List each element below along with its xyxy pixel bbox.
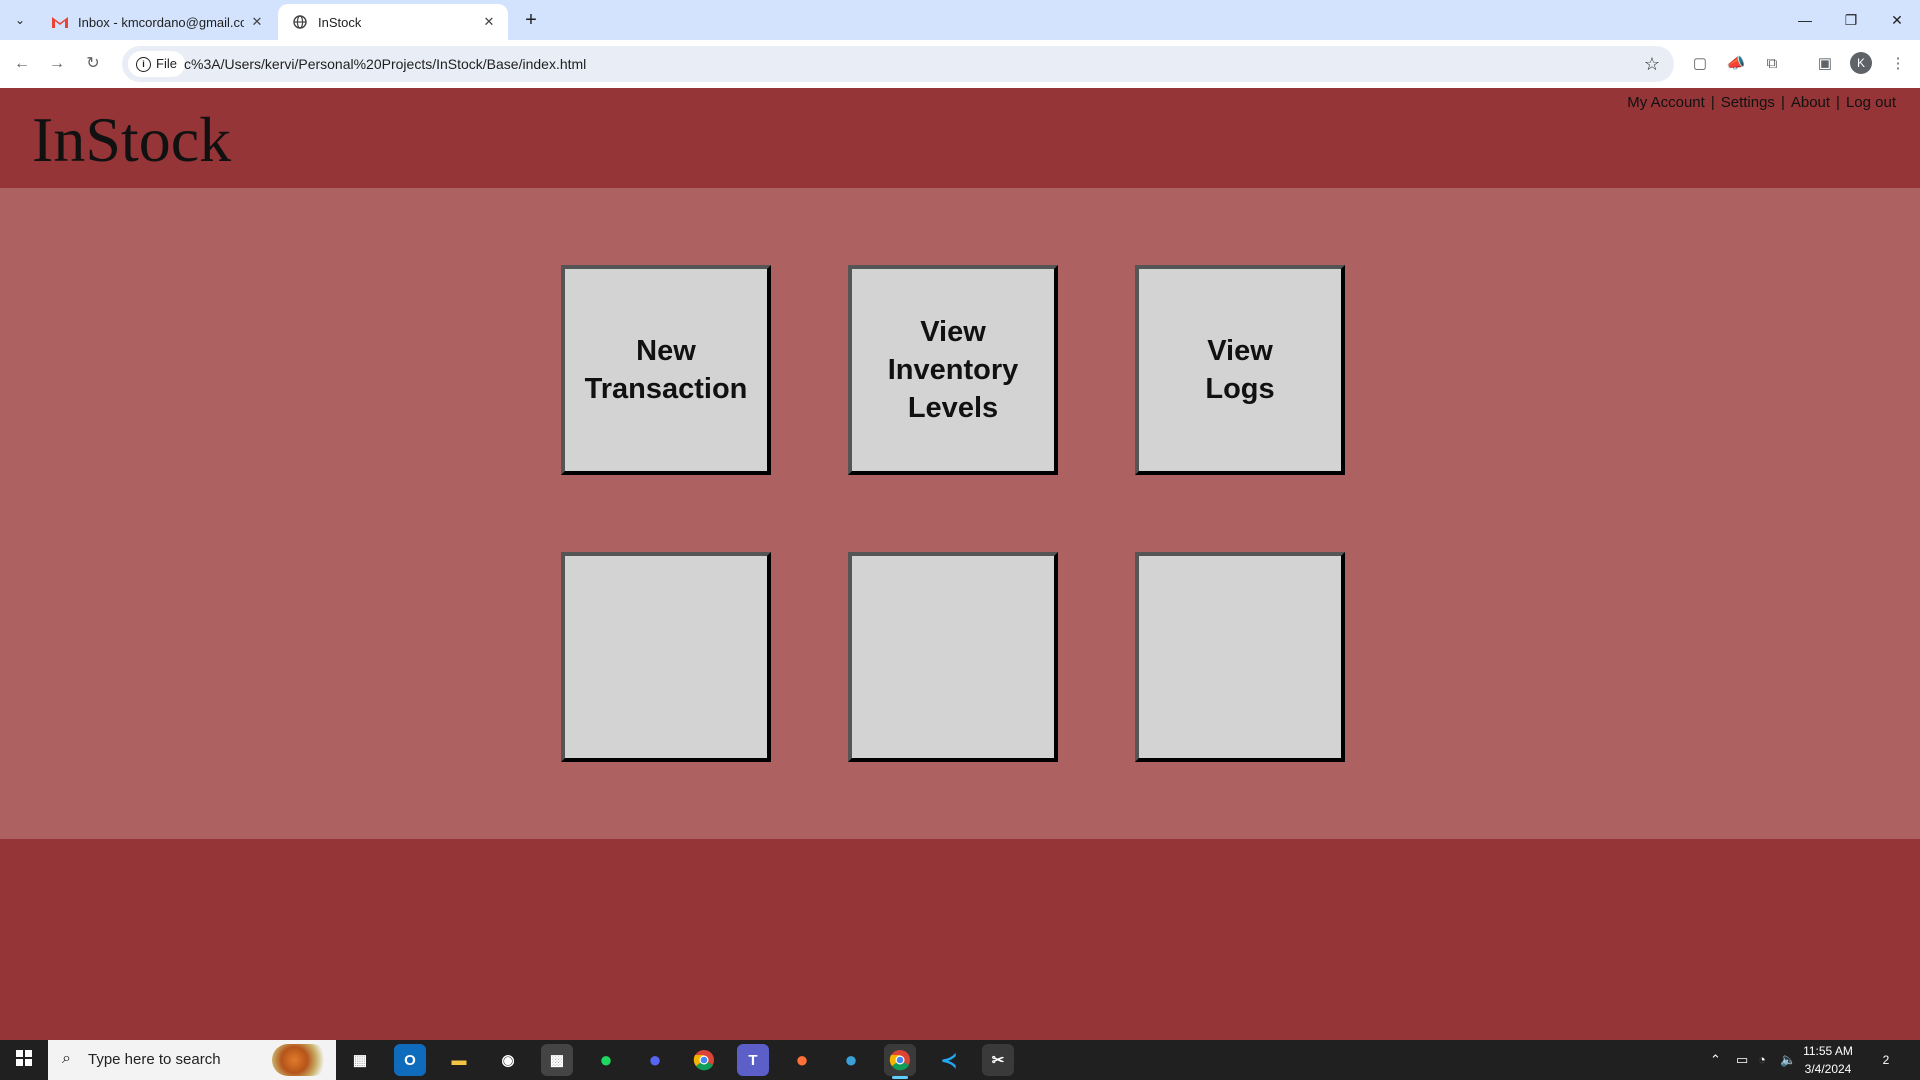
nav-about[interactable]: About (1791, 94, 1830, 111)
search-highlight-image (272, 1044, 328, 1076)
edge-icon[interactable]: ● (835, 1044, 867, 1076)
nav-settings[interactable]: Settings (1721, 94, 1775, 111)
browser-tab-strip: ⌄ Inbox - kmcordano@gmail.com ✕ InStock … (0, 0, 1920, 40)
tab-title: Inbox - kmcordano@gmail.com (78, 14, 244, 30)
main-content: New Transaction View Inventory Levels Vi… (0, 188, 1920, 839)
browser-toolbar: ← → ↻ i File c%3A/Users/kervi/Personal%2… (0, 40, 1920, 89)
file-explorer-icon[interactable]: ▬ (443, 1044, 475, 1076)
tile-empty-1[interactable] (561, 552, 771, 762)
url-text[interactable]: c%3A/Users/kervi/Personal%20Projects/InS… (184, 46, 586, 82)
windows-taskbar: ⌕ Type here to search ▦ O ▬ ◉ ▩ ● ● T ● … (0, 1040, 1920, 1080)
notification-count: 2 (1882, 1053, 1890, 1067)
back-icon[interactable]: ← (10, 52, 34, 76)
restore-icon[interactable]: ❐ (1828, 0, 1874, 40)
new-tab-button[interactable]: + (520, 9, 542, 31)
tile-empty-3[interactable] (1135, 552, 1345, 762)
nav-separator: | (1836, 94, 1840, 111)
nav-separator: | (1710, 94, 1715, 111)
nav-my-account[interactable]: My Account (1627, 94, 1705, 111)
top-nav: My Account | Settings | About | Log out (1627, 94, 1896, 111)
profile-avatar[interactable]: K (1850, 52, 1872, 74)
site-info-label: File (156, 56, 177, 71)
clock-date: 3/4/2024 (1804, 1062, 1852, 1076)
tile-label-line: New (636, 335, 696, 367)
site-info-chip[interactable]: i File (128, 51, 185, 77)
tile-view-logs[interactable]: View Logs (1135, 265, 1345, 475)
tile-label-line: Inventory (887, 354, 1019, 386)
vscode-icon[interactable]: ≺ (933, 1044, 965, 1076)
taskbar-search-placeholder: Type here to search (88, 1051, 221, 1068)
nav-log-out[interactable]: Log out (1846, 94, 1896, 111)
teams-icon[interactable]: T (737, 1044, 769, 1076)
snipping-tool-icon[interactable]: ✂ (982, 1044, 1014, 1076)
side-panel-icon[interactable]: ▣ (1813, 52, 1837, 76)
extension-icon[interactable]: ▢ (1688, 52, 1712, 76)
menu-kebab-icon[interactable]: ⋮ (1886, 52, 1910, 76)
network-icon[interactable]: ◔ (1758, 1040, 1766, 1080)
nav-separator: | (1780, 94, 1785, 111)
tab-title: InStock (318, 14, 362, 30)
globe-icon (292, 14, 308, 30)
tile-label-line: Levels (907, 392, 999, 424)
taskbar-search[interactable]: ⌕ Type here to search (48, 1040, 336, 1080)
close-icon[interactable]: ✕ (480, 13, 498, 31)
chrome-active-icon[interactable] (884, 1044, 916, 1079)
reload-icon[interactable]: ↻ (81, 52, 105, 76)
minimize-icon[interactable]: — (1782, 0, 1828, 40)
spotify-icon[interactable]: ● (590, 1044, 622, 1076)
site-footer (0, 839, 1920, 1040)
task-view-icon[interactable]: ▦ (344, 1044, 376, 1076)
outlook-icon[interactable]: O (394, 1044, 426, 1076)
address-bar[interactable]: i File c%3A/Users/kervi/Personal%20Proje… (122, 46, 1674, 82)
close-icon[interactable]: ✕ (248, 13, 266, 31)
chrome-icon[interactable] (688, 1044, 720, 1076)
tab-search-icon[interactable]: ⌄ (10, 10, 30, 30)
site-header: InStock My Account | Settings | About | … (0, 88, 1920, 188)
tile-label-line: View (1207, 335, 1273, 367)
discord-icon[interactable]: ● (639, 1044, 671, 1076)
extensions-puzzle-icon[interactable]: ⧉ (1760, 52, 1784, 76)
search-icon: ⌕ (62, 1050, 71, 1067)
taskbar-clock[interactable]: 11:55 AM 3/4/2024 (1800, 1042, 1856, 1078)
meet-now-icon[interactable]: ▭ (1736, 1040, 1748, 1080)
web-page: InStock My Account | Settings | About | … (0, 88, 1920, 1040)
windows-start-icon[interactable] (0, 1040, 48, 1080)
tab-instock[interactable]: InStock ✕ (278, 4, 508, 40)
tile-label-line: View (920, 316, 986, 348)
forward-icon[interactable]: → (45, 52, 69, 76)
firefox-icon[interactable]: ● (786, 1044, 818, 1076)
steam-icon[interactable]: ◉ (492, 1044, 524, 1076)
site-logo[interactable]: InStock (32, 104, 231, 176)
tile-label-line: Logs (1205, 373, 1275, 405)
show-hidden-icons-icon[interactable]: ⌃ (1710, 1040, 1721, 1080)
tile-empty-2[interactable] (848, 552, 1058, 762)
gmail-icon (52, 14, 68, 30)
clock-time: 11:55 AM (1803, 1044, 1853, 1058)
tab-gmail[interactable]: Inbox - kmcordano@gmail.com ✕ (38, 4, 276, 40)
notification-center-icon[interactable]: 2 (1876, 1050, 1896, 1070)
megaphone-extension-icon[interactable]: 📣 (1724, 52, 1748, 76)
tile-view-inventory-levels[interactable]: View Inventory Levels (848, 265, 1058, 475)
bookmark-star-icon[interactable]: ☆ (1644, 52, 1660, 76)
close-window-icon[interactable]: ✕ (1874, 0, 1920, 40)
volume-icon[interactable]: 🔈 (1780, 1040, 1796, 1080)
tile-label-line: Transaction (584, 373, 748, 405)
tile-new-transaction[interactable]: New Transaction (561, 265, 771, 475)
info-icon: i (136, 56, 151, 72)
minecraft-icon[interactable]: ▩ (541, 1044, 573, 1076)
